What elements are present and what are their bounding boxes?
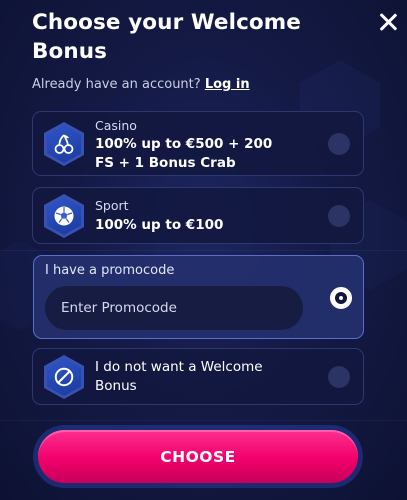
close-icon[interactable]	[377, 11, 399, 33]
radio-no-bonus[interactable]	[328, 366, 350, 388]
soccer-ball-icon	[54, 206, 74, 226]
radio-casino[interactable]	[328, 133, 350, 155]
choose-button[interactable]: CHOOSE	[38, 430, 358, 483]
background-line	[0, 420, 407, 421]
login-prompt-text: Already have an account?	[32, 77, 201, 92]
promocode-label: I have a promocode	[45, 263, 175, 278]
bonus-option-casino[interactable]: Casino 100% up to €500 + 200 FS + 1 Bonu…	[32, 111, 364, 176]
no-bonus-icon-badge	[44, 355, 84, 399]
option-value-text: 100% up to €500 + 200 FS + 1 Bonus Crab	[95, 136, 273, 171]
promocode-input[interactable]	[45, 286, 303, 330]
bonus-option-no-bonus[interactable]: I do not want a Welcome Bonus	[32, 348, 364, 405]
page-title: Choose your Welcome Bonus	[32, 10, 301, 64]
prohibited-icon	[54, 367, 74, 387]
background-line	[0, 250, 407, 251]
radio-selected-dot	[339, 296, 343, 300]
option-label: I do not want a Welcome Bonus	[95, 359, 263, 394]
option-value: 100% up to €100	[95, 217, 224, 233]
bonus-option-promocode[interactable]: I have a promocode	[33, 255, 364, 339]
option-value: 100% up to €500 + 200 FS + 1 Bonus Crab	[95, 135, 295, 173]
sport-icon-badge	[44, 194, 84, 238]
radio-promocode[interactable]	[330, 287, 352, 309]
cherries-icon	[54, 134, 74, 154]
casino-icon-badge	[44, 122, 84, 166]
login-prompt: Already have an account? Log in	[32, 77, 250, 92]
radio-sport[interactable]	[328, 205, 350, 227]
bonus-option-sport[interactable]: Sport 100% up to €100	[32, 187, 364, 244]
choose-button-frame: CHOOSE	[33, 425, 363, 488]
option-label: Sport	[95, 198, 129, 213]
option-label: Casino	[95, 118, 137, 133]
login-link[interactable]: Log in	[205, 77, 250, 92]
